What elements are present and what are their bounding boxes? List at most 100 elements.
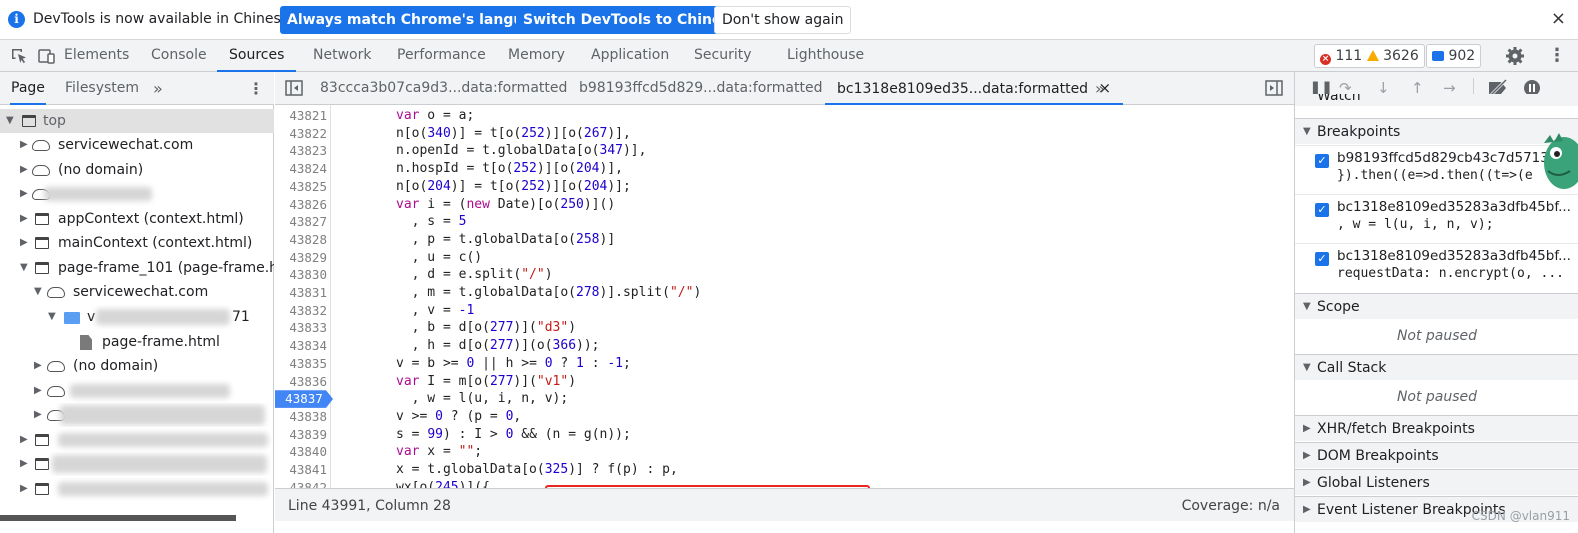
issues-counter[interactable]: × 111 3626 xyxy=(1314,44,1425,68)
line-number[interactable]: 43831 xyxy=(275,284,327,302)
toggle-debugger-icon[interactable] xyxy=(1265,80,1283,96)
tree-item-no-domain-sub[interactable]: ▶ (no domain) xyxy=(0,354,274,378)
line-number[interactable]: 43835 xyxy=(275,355,327,373)
toggle-navigator-icon[interactable] xyxy=(285,80,303,96)
navigator-horizontal-scrollbar[interactable] xyxy=(0,515,236,521)
line-number[interactable]: 43832 xyxy=(275,302,327,320)
tab-elements[interactable]: Elements xyxy=(62,40,131,72)
tab-lighthouse[interactable]: Lighthouse xyxy=(785,40,866,72)
tree-item-redacted-2[interactable]: ▶ xyxy=(0,379,274,403)
editor-tab-83ccca[interactable]: 83ccca3b07ca9d3...data:formatted xyxy=(320,72,567,105)
line-number-gutter[interactable]: 43821 43822 43823 43824 43825 43826 43827 43828… xyxy=(275,105,333,488)
section-scope[interactable]: ▼ Scope xyxy=(1295,293,1578,319)
navigator-menu-icon[interactable]: ⋮ xyxy=(248,72,264,105)
switch-to-chinese-button[interactable]: Switch DevTools to Chinese xyxy=(516,6,747,34)
collapsed-arrow-icon[interactable]: ▶ xyxy=(20,231,28,255)
section-dom-breakpoints[interactable]: ▶ DOM Breakpoints xyxy=(1295,442,1578,468)
checkbox-checked-icon[interactable]: ✓ xyxy=(1315,252,1329,266)
gear-icon[interactable] xyxy=(1505,46,1525,66)
section-call-stack[interactable]: ▼ Call Stack xyxy=(1295,354,1578,380)
tab-network[interactable]: Network xyxy=(311,40,373,72)
messages-counter[interactable]: 902 xyxy=(1426,44,1482,68)
line-number[interactable]: 43840 xyxy=(275,443,327,461)
tab-performance[interactable]: Performance xyxy=(395,40,488,72)
tab-security[interactable]: Security xyxy=(692,40,754,72)
tree-item-top[interactable]: ▼ top xyxy=(0,109,274,133)
line-number[interactable]: 43821 xyxy=(275,107,327,125)
line-number[interactable]: 43838 xyxy=(275,408,327,426)
expanded-arrow-icon[interactable]: ▼ xyxy=(48,305,56,329)
close-icon[interactable]: × xyxy=(1551,8,1566,29)
tree-item-maincontext[interactable]: ▶ mainContext (context.html) xyxy=(0,231,274,255)
collapsed-arrow-icon[interactable]: ▶ xyxy=(20,207,28,231)
cloud-icon xyxy=(47,386,65,397)
tree-item-page-frame-101[interactable]: ▼ page-frame_101 (page-frame.html xyxy=(0,256,274,280)
collapsed-arrow-icon[interactable]: ▶ xyxy=(20,428,28,452)
section-global-listeners[interactable]: ▶ Global Listeners xyxy=(1295,469,1578,495)
line-number[interactable]: 43834 xyxy=(275,337,327,355)
tab-console[interactable]: Console xyxy=(149,40,209,72)
line-number[interactable]: 43825 xyxy=(275,178,327,196)
expanded-arrow-icon[interactable]: ▼ xyxy=(20,256,28,280)
tab-memory[interactable]: Memory xyxy=(506,40,567,72)
breakpoint-item[interactable]: ✓ bc1318e8109ed35283a3dfb45bf... request… xyxy=(1295,243,1578,287)
collapsed-arrow-icon[interactable]: ▶ xyxy=(34,354,42,378)
editor-tab-b98193[interactable]: b98193ffcd5d829...data:formatted xyxy=(579,72,822,105)
tab-page[interactable]: Page xyxy=(10,72,46,105)
tab-application[interactable]: Application xyxy=(589,40,671,72)
line-number[interactable]: 43830 xyxy=(275,266,327,284)
more-tabs-chevron-icon[interactable]: » xyxy=(153,72,163,105)
tree-item-redacted-4[interactable]: ▶ xyxy=(0,428,274,452)
expanded-arrow-icon[interactable]: ▼ xyxy=(34,280,42,304)
collapsed-arrow-icon[interactable]: ▶ xyxy=(20,133,28,157)
line-number[interactable]: 43827 xyxy=(275,213,327,231)
line-number[interactable]: 43842 xyxy=(275,479,327,488)
tab-filesystem[interactable]: Filesystem xyxy=(65,72,139,105)
collapsed-arrow-icon[interactable]: ▶ xyxy=(34,379,42,403)
code-editor[interactable]: 43821 43822 43823 43824 43825 43826 43827 43828… xyxy=(275,105,1294,488)
tree-item-no-domain[interactable]: ▶ (no domain) xyxy=(0,158,274,182)
checkbox-checked-icon[interactable]: ✓ xyxy=(1315,154,1329,168)
collapsed-arrow-icon[interactable]: ▶ xyxy=(20,477,28,501)
code-line: n[o(340)] = t[o(252)][o(267)], xyxy=(396,125,631,141)
line-number[interactable]: 43829 xyxy=(275,249,327,267)
tree-item-redacted[interactable]: ▶ xyxy=(0,182,274,206)
collapsed-arrow-icon[interactable]: ▶ xyxy=(20,182,28,206)
line-number[interactable]: 43836 xyxy=(275,373,327,391)
line-number[interactable]: 43823 xyxy=(275,142,327,160)
tree-item-servicewechat-sub[interactable]: ▼ servicewechat.com xyxy=(0,280,274,304)
breakpoint-marker[interactable]: 43837 xyxy=(275,390,333,408)
tree-item-servicewechat[interactable]: ▶ servicewechat.com xyxy=(0,133,274,157)
device-toolbar-icon[interactable] xyxy=(38,47,56,65)
line-number[interactable]: 43839 xyxy=(275,426,327,444)
dont-show-again-button[interactable]: Don't show again xyxy=(714,6,852,34)
collapsed-arrow-icon[interactable]: ▶ xyxy=(20,158,28,182)
tree-item-redacted-3[interactable]: ▶ xyxy=(0,403,274,427)
more-editor-tabs-chevron-icon[interactable]: » xyxy=(1095,72,1105,105)
line-number[interactable]: 43828 xyxy=(275,231,327,249)
line-number[interactable]: 43822 xyxy=(275,125,327,143)
section-watch[interactable]: Watch xyxy=(1295,94,1578,106)
tree-item-page-frame-html[interactable]: page-frame.html xyxy=(0,330,274,354)
collapsed-arrow-icon[interactable]: ▶ xyxy=(34,403,42,427)
dinosaur-sticker-icon xyxy=(1544,133,1578,189)
line-number[interactable]: 43824 xyxy=(275,160,327,178)
tree-item-redacted-6[interactable]: ▶ xyxy=(0,477,274,501)
checkbox-checked-icon[interactable]: ✓ xyxy=(1315,203,1329,217)
section-xhr-breakpoints[interactable]: ▶ XHR/fetch Breakpoints xyxy=(1295,415,1578,441)
tree-item-folder[interactable]: ▼ v 71 xyxy=(0,305,274,329)
editor-tab-bar: 83ccca3b07ca9d3...data:formatted b98193f… xyxy=(275,72,1294,105)
line-number[interactable]: 43841 xyxy=(275,461,327,479)
editor-tab-bc1318[interactable]: bc1318e8109ed35...data:formatted × xyxy=(825,72,1124,105)
expanded-arrow-icon[interactable]: ▼ xyxy=(6,109,14,133)
coverage-status[interactable]: Coverage: n/a xyxy=(1182,489,1280,523)
collapsed-arrow-icon[interactable]: ▶ xyxy=(20,452,28,476)
line-number[interactable]: 43833 xyxy=(275,319,327,337)
line-number[interactable]: 43826 xyxy=(275,196,327,214)
tree-item-redacted-5[interactable]: ▶ xyxy=(0,452,274,476)
tab-sources[interactable]: Sources xyxy=(217,40,297,72)
more-options-icon[interactable]: ⋮ xyxy=(1548,45,1566,66)
tree-item-appcontext[interactable]: ▶ appContext (context.html) xyxy=(0,207,274,231)
inspect-element-icon[interactable] xyxy=(10,47,28,65)
tree-label: v xyxy=(87,309,96,325)
